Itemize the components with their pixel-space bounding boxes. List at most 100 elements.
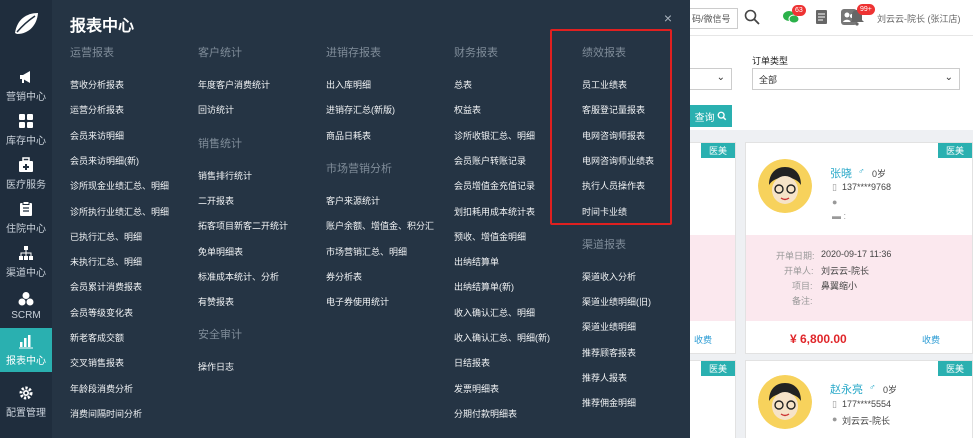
search-icon <box>717 111 727 121</box>
menu-report-link[interactable]: 会员累计消费报表 <box>70 280 142 293</box>
sidebar-item-reports[interactable]: 报表中心 <box>0 328 52 372</box>
menu-report-link[interactable]: 推荐佣金明细 <box>582 396 636 409</box>
menu-report-link[interactable]: 市场营销汇总、明细 <box>326 245 407 258</box>
menu-report-link[interactable]: 日结报表 <box>454 356 490 369</box>
customer-name[interactable]: 赵永亮 <box>830 381 863 397</box>
menu-report-link[interactable]: 营收分析报表 <box>70 78 124 91</box>
menu-report-link[interactable]: 推荐顾客报表 <box>582 346 636 359</box>
sidebar-item-medical[interactable]: 医疗服务 <box>0 152 52 196</box>
menu-report-link[interactable]: 拓客项目新客二开统计 <box>198 219 288 232</box>
document-icon[interactable] <box>813 8 831 26</box>
bar-chart-icon <box>19 335 33 349</box>
wechat-small-icon: ● <box>832 197 838 207</box>
menu-report-link[interactable]: 商品日耗表 <box>326 129 371 142</box>
menu-report-link[interactable]: 回访统计 <box>198 103 234 116</box>
menu-report-link[interactable]: 权益表 <box>454 103 481 116</box>
query-button[interactable]: 查询 <box>690 105 732 127</box>
wechat-small-icon: ● <box>832 414 838 424</box>
order-details-band <box>746 235 972 321</box>
menu-report-link[interactable]: 推荐人报表 <box>582 371 627 384</box>
menu-report-link[interactable]: 标准成本统计、分析 <box>198 270 279 283</box>
leaf-logo-icon <box>15 13 38 34</box>
menu-report-link[interactable]: 发票明细表 <box>454 382 499 395</box>
menu-report-link[interactable]: 新老客成交额 <box>70 331 124 344</box>
sidebar-item-label: 营销中心 <box>6 92 46 103</box>
menu-report-link[interactable]: 有赞报表 <box>198 295 234 308</box>
medkit-icon <box>19 157 33 172</box>
menu-report-link[interactable]: 出纳结算单 <box>454 255 499 268</box>
sidebar-item-label: 库存中心 <box>6 136 46 147</box>
menu-report-link[interactable]: 诊所执行业绩汇总、明细 <box>70 205 169 218</box>
menu-report-link[interactable]: 二开报表 <box>198 194 234 207</box>
menu-report-link[interactable]: 分期付款明细表 <box>454 407 517 420</box>
menu-report-link[interactable]: 年龄段消费分析 <box>70 382 133 395</box>
sidebar-item-label: 住院中心 <box>6 224 46 235</box>
menu-report-link[interactable]: 渠道收入分析 <box>582 270 636 283</box>
sidebar-item-settings[interactable]: 配置管理 <box>0 380 52 424</box>
menu-report-link[interactable]: 会员账户转账记录 <box>454 154 526 167</box>
menu-report-link[interactable]: 会员等级变化表 <box>70 306 133 319</box>
menu-section-heading: 渠道报表 <box>582 238 626 251</box>
staff: 刘云云-院长 <box>842 416 890 426</box>
charge-link[interactable]: 收费 <box>922 333 940 346</box>
sidebar-item-scrm[interactable]: SCRM <box>0 284 52 328</box>
member-search-input[interactable]: 码/微信号 <box>690 8 738 29</box>
app-logo[interactable] <box>0 0 52 48</box>
customer-phone: 177****5554 <box>842 399 892 409</box>
menu-report-link[interactable]: 已执行汇总、明细 <box>70 230 142 243</box>
customer-age: 0岁 <box>883 385 898 395</box>
menu-report-link[interactable]: 客户来源统计 <box>326 194 380 207</box>
menu-report-link[interactable]: 诊所收银汇总、明细 <box>454 129 535 142</box>
order-card[interactable]: 医美 张晓 ♂ 0岁 ▯ 137****9768 ● ▬ : 开单日期: 202… <box>745 142 973 354</box>
order-type-label: 订单类型 <box>752 56 789 66</box>
order-type-value: 全部 <box>759 74 778 85</box>
filter-select-partial[interactable]: ⌄ <box>690 68 732 90</box>
menu-report-link[interactable]: 渠道业绩明细 <box>582 320 636 333</box>
menu-report-link[interactable]: 渠道业绩明细(旧) <box>582 295 651 308</box>
menu-report-link[interactable]: 券分析表 <box>326 270 362 283</box>
menu-report-link[interactable]: 会员来访明细 <box>70 129 124 142</box>
filter-bar: ⌄ 订单类型 全部 ⌄ <box>690 36 973 130</box>
search-icon[interactable] <box>743 8 761 26</box>
menu-report-link[interactable]: 操作日志 <box>198 360 234 373</box>
sidebar-item-label: 配置管理 <box>6 408 46 419</box>
customer-name[interactable]: 张晓 <box>830 165 852 181</box>
menu-report-link[interactable]: 出纳结算单(新) <box>454 280 514 293</box>
menu-report-link[interactable]: 销售排行统计 <box>198 169 252 182</box>
menu-report-link[interactable]: 电子券使用统计 <box>326 295 389 308</box>
close-icon[interactable]: × <box>664 10 672 26</box>
sidebar-item-inventory[interactable]: 库存中心 <box>0 108 52 152</box>
menu-report-link[interactable]: 诊所现金业绩汇总、明细 <box>70 179 169 192</box>
order-card[interactable]: 医美 赵永亮 ♂ 0岁 ▯ 177****5554 ● 刘云云-院长 <box>745 360 973 438</box>
sidebar-item-channel[interactable]: 渠道中心 <box>0 240 52 284</box>
charge-link[interactable]: 收费 <box>694 333 712 346</box>
menu-report-link[interactable]: 消费间隔时间分析 <box>70 407 142 420</box>
megaphone-icon <box>20 71 30 83</box>
menu-report-link[interactable]: 账户余额、增值金、积分汇 <box>326 219 434 232</box>
current-user[interactable]: 刘云云-院长 (张江店) <box>877 12 961 25</box>
sidebar-item-inpatient[interactable]: 住院中心 <box>0 196 52 240</box>
menu-report-link[interactable]: 收入确认汇总、明细 <box>454 306 535 319</box>
menu-report-link[interactable]: 会员增值金充值记录 <box>454 179 535 192</box>
order-card-partial[interactable]: 医美 收费 <box>690 142 736 354</box>
menu-report-link[interactable]: 预收、增值金明细 <box>454 230 526 243</box>
menu-report-link[interactable]: 划扣耗用成本统计表 <box>454 205 535 218</box>
menu-report-link[interactable]: 会员来访明细(新) <box>70 154 139 167</box>
menu-report-link[interactable]: 总表 <box>454 78 472 91</box>
menu-report-link[interactable]: 收入确认汇总、明细(新) <box>454 331 550 344</box>
order-card-partial[interactable]: 医美 <box>690 360 736 438</box>
menu-report-link[interactable]: 运营分析报表 <box>70 103 124 116</box>
menu-report-link[interactable]: 交叉销售报表 <box>70 356 124 369</box>
menu-report-link[interactable]: 出入库明细 <box>326 78 371 91</box>
menu-section-heading: 市场营销分析 <box>326 162 392 175</box>
menu-report-link[interactable]: 进销存汇总(新版) <box>326 103 395 116</box>
menu-report-link[interactable]: 年度客户消费统计 <box>198 78 270 91</box>
order-price: ¥ 6,800.00 <box>790 332 847 346</box>
menu-report-link[interactable]: 未执行汇总、明细 <box>70 255 142 268</box>
menu-report-link[interactable]: 免单明细表 <box>198 245 243 258</box>
sidebar-item-marketing[interactable]: 营销中心 <box>0 64 52 108</box>
category-tag: 医美 <box>700 143 735 158</box>
org-chart-icon <box>19 246 33 260</box>
order-type-select[interactable]: 全部 ⌄ <box>752 68 960 90</box>
order-details-band <box>690 235 735 321</box>
